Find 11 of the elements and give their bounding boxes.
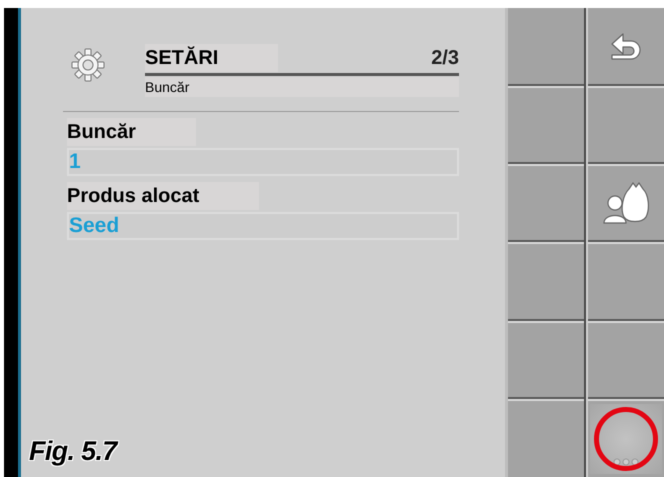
page-indicator: 2/3 [431, 46, 459, 71]
value-field[interactable]: 1 [67, 148, 459, 176]
screen-subtitle: Buncăr [145, 77, 459, 97]
three-dots-icon [613, 458, 639, 466]
screen-title: SETĂRI [145, 44, 278, 72]
field-label: Buncăr [67, 118, 196, 146]
person-and-sack-icon [602, 181, 650, 226]
gear-icon [71, 48, 105, 82]
figure-label: Fig. 5.7 [29, 434, 117, 468]
field-label: Produs alocat [67, 182, 260, 210]
value-field[interactable]: Seed [67, 212, 459, 240]
